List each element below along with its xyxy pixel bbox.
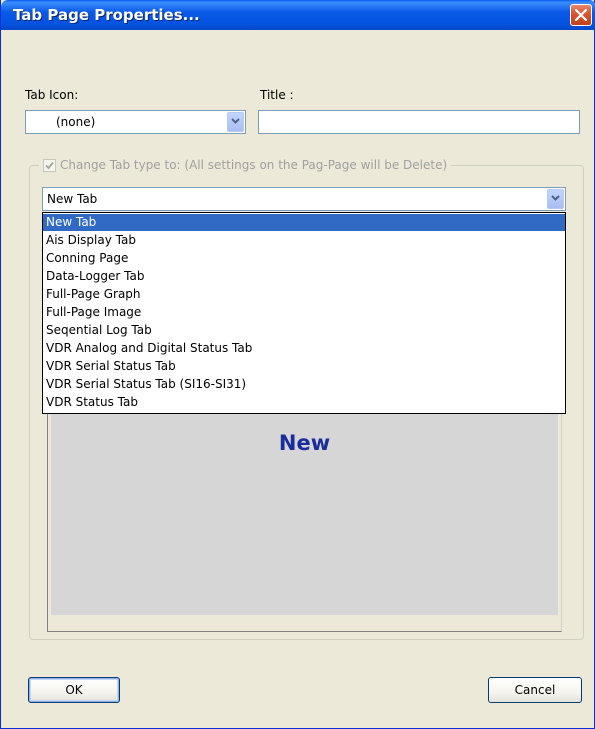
cancel-button[interactable]: Cancel	[488, 677, 582, 703]
ok-button[interactable]: OK	[28, 677, 120, 703]
tab-type-select[interactable]: New Tab	[42, 187, 566, 211]
dropdown-option[interactable]: VDR Serial Status Tab	[43, 358, 565, 375]
tab-icon-dropdown-button[interactable]	[227, 112, 244, 132]
tab-type-dropdown-button[interactable]	[547, 189, 564, 209]
chevron-down-icon	[231, 118, 240, 124]
dropdown-option[interactable]: Conning Page	[43, 250, 565, 267]
title-label: Title :	[260, 88, 294, 102]
tab-icon-value: (none)	[56, 115, 96, 129]
dropdown-option[interactable]: VDR Serial Status Tab (SI16-SI31)	[43, 376, 565, 393]
chevron-down-icon	[551, 195, 560, 201]
preview-text: New	[278, 431, 331, 455]
title-bar[interactable]: Tab Page Properties...	[1, 0, 595, 30]
dropdown-option[interactable]: VDR Status Tab	[43, 394, 565, 411]
dropdown-option[interactable]: Full-Page Graph	[43, 286, 565, 303]
tab-icon-label: Tab Icon:	[25, 88, 79, 102]
tab-preview: New	[51, 395, 558, 615]
dropdown-option[interactable]: New Tab	[43, 214, 565, 231]
change-tab-type-label: Change Tab type to: (All settings on the…	[60, 158, 448, 172]
dropdown-option[interactable]: Full-Page Image	[43, 304, 565, 321]
close-icon	[575, 9, 587, 21]
tab-type-dropdown-list: New Tab Ais Display Tab Conning Page Dat…	[42, 212, 566, 414]
close-button[interactable]	[570, 4, 592, 26]
dropdown-option[interactable]: Data-Logger Tab	[43, 268, 565, 285]
change-tab-type-checkbox[interactable]	[43, 158, 56, 172]
change-tab-type-row: Change Tab type to: (All settings on the…	[39, 155, 452, 175]
dropdown-option[interactable]: Ais Display Tab	[43, 232, 565, 249]
tab-icon-select[interactable]: (none)	[25, 110, 246, 134]
dialog-window: Tab Page Properties... Tab Icon: (none) …	[0, 0, 595, 729]
title-input[interactable]	[258, 110, 580, 134]
tab-type-value: New Tab	[47, 192, 98, 206]
dropdown-option[interactable]: Seqential Log Tab	[43, 322, 565, 339]
window-title: Tab Page Properties...	[13, 6, 200, 24]
dropdown-option[interactable]: VDR Analog and Digital Status Tab	[43, 340, 565, 357]
checkmark-icon	[45, 161, 54, 169]
